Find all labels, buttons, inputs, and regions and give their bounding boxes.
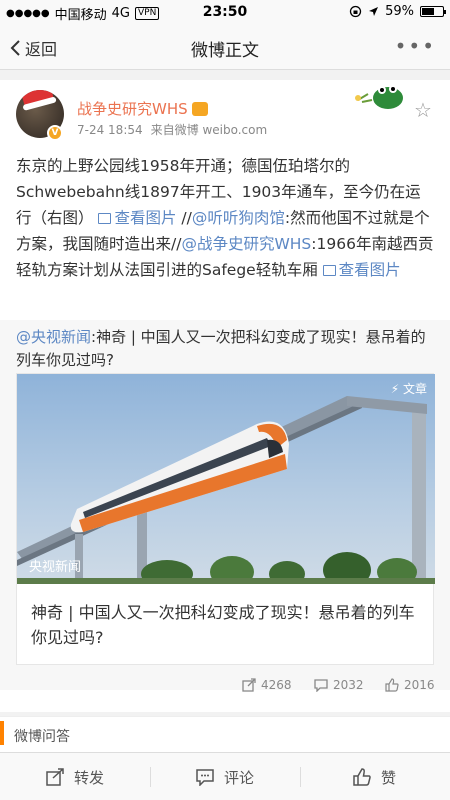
author-name-label: 战争史研究WHS [77, 100, 188, 118]
frog-decoration-icon [355, 85, 403, 109]
battery-icon [420, 6, 446, 17]
repost-separator: // [181, 209, 192, 227]
post-meta: 7-24 18:54 来自微博 weibo.com [77, 121, 267, 138]
post-text: 东京的上野公园线1958年开通；德国伍珀塔尔的Schwebebahn线1897年… [16, 153, 436, 283]
article-image[interactable]: ⚡ 文章 央视新闻 [17, 374, 435, 584]
author-name[interactable]: 战争史研究WHS [77, 98, 208, 119]
repost-count-label: 4268 [261, 678, 292, 692]
verified-badge-icon: V [47, 125, 63, 141]
mention-link-1[interactable]: @听听狗肉馆 [192, 209, 285, 227]
qa-accent-bar [0, 721, 4, 745]
toolbar-divider [150, 767, 151, 787]
mention-link-2[interactable]: @战争史研究WHS [181, 235, 311, 253]
comment-count-label: 2032 [333, 678, 364, 692]
view-image-label-2: 查看图片 [338, 261, 401, 279]
qa-label: 微博问答 [14, 729, 70, 745]
status-bar: ●●●●● 中国移动 4G VPN 23:50 59% [0, 0, 450, 24]
favorite-star-icon[interactable]: ☆ [414, 98, 432, 122]
post-stats: 4268 2032 2016 [0, 676, 450, 698]
comment-button-label: 评论 [224, 768, 255, 787]
member-crown-icon [191, 101, 208, 116]
post-source: 来自微博 weibo.com [150, 123, 268, 137]
view-image-label-1: 查看图片 [114, 209, 177, 227]
like-button[interactable]: 赞 [353, 753, 396, 800]
like-count[interactable]: 2016 [385, 678, 435, 692]
page-title: 微博正文 [191, 41, 259, 61]
article-card[interactable]: ⚡ 文章 央视新闻 神奇 | 中国人又一次把科幻变成了现实！悬吊着的列车你见过吗… [16, 373, 435, 665]
article-watermark: 央视新闻 [29, 560, 82, 575]
comment-count[interactable]: 2032 [314, 678, 364, 692]
image-icon [322, 265, 336, 276]
repost-icon [46, 768, 64, 786]
like-button-label: 赞 [381, 768, 397, 787]
comment-button[interactable]: 评论 [196, 753, 254, 800]
post-time: 7-24 18:54 [77, 123, 143, 137]
santa-hat-icon [19, 90, 55, 108]
image-icon [98, 213, 112, 224]
article-title[interactable]: 神奇 | 中国人又一次把科幻变成了现实！悬吊着的列车你见过吗? [31, 600, 423, 650]
comment-icon [196, 769, 214, 786]
location-icon [369, 7, 379, 16]
like-count-label: 2016 [404, 678, 435, 692]
battery-percent: 59% [385, 4, 414, 19]
rotation-lock-icon [349, 5, 362, 18]
repost-count[interactable]: 4268 [242, 678, 292, 692]
repost-mention-link[interactable]: @央视新闻 [16, 328, 91, 346]
repost-text: @央视新闻:神奇 | 中国人又一次把科幻变成了现实！悬吊着的列车你见过吗? [16, 326, 436, 372]
nav-bar: 返回 微博正文 ••• [0, 24, 450, 70]
view-image-link-2[interactable]: 查看图片 [322, 261, 401, 279]
more-icon[interactable]: ••• [395, 34, 436, 58]
status-right: 59% [349, 4, 446, 19]
comment-icon [314, 679, 328, 692]
repost-button-label: 转发 [74, 768, 105, 787]
repost-button[interactable]: 转发 [46, 753, 104, 800]
repost-icon [242, 678, 256, 692]
thumbs-up-icon [353, 768, 371, 786]
thumbs-up-icon [385, 678, 399, 692]
view-image-link-1[interactable]: 查看图片 [98, 209, 176, 227]
bottom-toolbar: 转发 评论 赞 [0, 752, 450, 800]
toolbar-divider [300, 767, 301, 787]
monorail-photo [17, 396, 435, 584]
post-card: V 战争史研究WHS 7-24 18:54 来自微博 weibo.com ☆ 东京… [0, 80, 450, 712]
article-tag-label: 文章 [402, 382, 427, 396]
weibo-qa-row[interactable]: 微博问答 [0, 716, 450, 752]
article-tag: ⚡ 文章 [390, 382, 427, 396]
repost-block[interactable]: @央视新闻:神奇 | 中国人又一次把科幻变成了现实！悬吊着的列车你见过吗? ⚡ … [0, 320, 450, 690]
